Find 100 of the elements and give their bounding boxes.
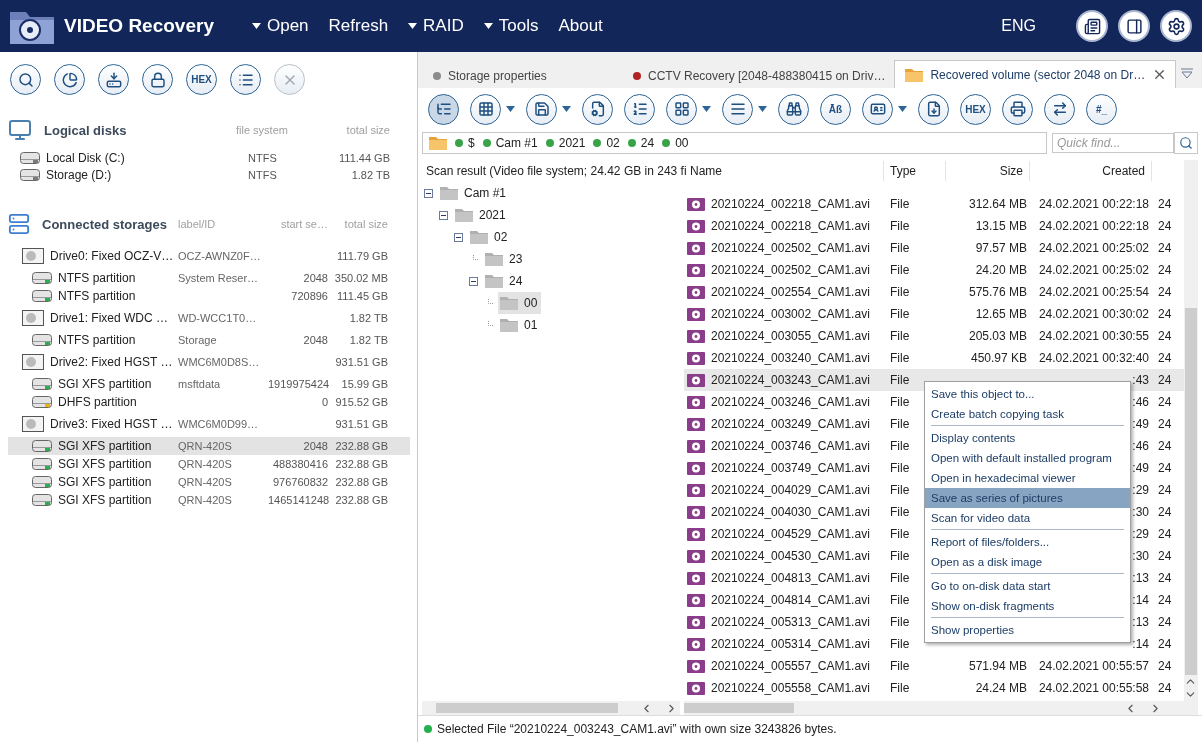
path-segment[interactable]: 02 bbox=[606, 136, 620, 150]
file-name[interactable]: 20210224_004529_CAM1.avi bbox=[711, 527, 870, 541]
menu-item[interactable]: Refresh bbox=[322, 12, 395, 40]
search-button[interactable] bbox=[10, 64, 41, 95]
settings-button[interactable] bbox=[1160, 10, 1192, 42]
printer-button[interactable] bbox=[1002, 93, 1033, 125]
file-name[interactable]: 20210224_004814_CAM1.avi bbox=[711, 593, 870, 607]
file-name[interactable]: 20210224_004030_CAM1.avi bbox=[711, 505, 870, 519]
column-header[interactable]: Name bbox=[684, 161, 884, 181]
drive-row[interactable]: Drive1: Fixed WDC … WD-WCC1T0… 1.82 TB bbox=[8, 305, 410, 331]
tree-node[interactable]: 2021 bbox=[453, 204, 510, 226]
lock-button[interactable] bbox=[142, 64, 173, 95]
file-name[interactable]: 20210224_002502_CAM1.avi bbox=[711, 241, 870, 255]
drive-row[interactable]: Drive2: Fixed HGST … WMC6M0D8S… 931.51 GB bbox=[8, 349, 410, 375]
partition-row[interactable]: SGI XFS partition QRN-420S 976760832 232.88 GB bbox=[8, 473, 410, 491]
menu-item[interactable]: About bbox=[552, 12, 609, 40]
tree-node[interactable]: 02 bbox=[468, 226, 512, 248]
file-name[interactable]: 20210224_003002_CAM1.avi bbox=[711, 307, 870, 321]
numbered-list-button[interactable] bbox=[624, 93, 655, 125]
tab-list-icon[interactable] bbox=[1180, 67, 1195, 81]
quick-find-field[interactable]: Quick find... bbox=[1052, 133, 1174, 153]
column-header[interactable]: Type bbox=[884, 161, 946, 181]
partition-row[interactable]: NTFS partition Storage 2048 1.82 TB bbox=[8, 331, 410, 349]
menu-item[interactable]: Save this object to... bbox=[925, 384, 1130, 404]
file-name[interactable]: 20210224_004530_CAM1.avi bbox=[711, 549, 870, 563]
file-name[interactable]: 20210224_003240_CAM1.avi bbox=[711, 351, 870, 365]
menu-item[interactable]: Tools bbox=[477, 12, 545, 40]
tree-node[interactable]: 23 bbox=[483, 248, 527, 270]
path-segment[interactable]: 2021 bbox=[558, 136, 586, 150]
partition-row[interactable]: NTFS partition System Reser… 2048 350.02 MB bbox=[8, 269, 410, 287]
disk-row[interactable]: Local Disk (C:) NTFS 111.44 GB bbox=[8, 149, 410, 166]
collapse-icon[interactable] bbox=[424, 188, 433, 198]
menu-item[interactable]: Show on-disk fragments bbox=[925, 596, 1130, 616]
language-label[interactable]: ENG bbox=[1001, 17, 1036, 35]
partition-row[interactable]: NTFS partition 720896 111.45 GB bbox=[8, 287, 410, 305]
file-name[interactable]: 20210224_002218_CAM1.avi bbox=[711, 197, 870, 211]
path-segment[interactable]: Cam #1 bbox=[495, 136, 538, 150]
menu-item[interactable]: Go to on-disk data start bbox=[925, 576, 1130, 596]
file-name[interactable]: 20210224_003746_CAM1.avi bbox=[711, 439, 870, 453]
partition-row[interactable]: SGI XFS partition msftdata 1919975424 15.99 GB bbox=[8, 375, 410, 393]
binoculars-button[interactable] bbox=[778, 93, 809, 125]
drive-row[interactable]: Drive0: Fixed OCZ-V… OCZ-AWNZ0F… 111.79 GB bbox=[8, 243, 410, 269]
tree-node[interactable]: 24 bbox=[483, 270, 527, 292]
menu-item[interactable]: Create batch copying task bbox=[925, 404, 1130, 424]
tree-view-button[interactable] bbox=[428, 93, 459, 125]
path-segment[interactable]: 24 bbox=[640, 136, 655, 150]
toolbar-button[interactable]: HEX bbox=[186, 64, 217, 95]
collapse-icon[interactable] bbox=[439, 210, 448, 220]
tree-node[interactable]: 00 bbox=[498, 292, 542, 314]
list-button[interactable] bbox=[722, 93, 753, 125]
toolbar-button[interactable]: HEX bbox=[960, 93, 991, 125]
grid-button[interactable] bbox=[470, 93, 501, 125]
menu-item[interactable]: Report of files/folders... bbox=[925, 532, 1130, 552]
vertical-scrollbar[interactable] bbox=[1184, 160, 1198, 701]
drive-button[interactable] bbox=[98, 64, 129, 95]
file-name[interactable]: 20210224_003243_CAM1.avi bbox=[711, 373, 870, 387]
path-segment[interactable]: 00 bbox=[675, 136, 689, 150]
file-name[interactable]: 20210224_003246_CAM1.avi bbox=[711, 395, 870, 409]
panel-button[interactable] bbox=[1118, 10, 1150, 42]
tree-node[interactable]: 01 bbox=[498, 314, 542, 336]
column-header[interactable]: Created bbox=[1030, 161, 1152, 181]
file-name[interactable]: 20210224_003055_CAM1.avi bbox=[711, 329, 870, 343]
file-name[interactable]: 20210224_002502_CAM1.avi bbox=[711, 263, 870, 277]
menu-item[interactable]: Open bbox=[245, 12, 315, 40]
file-export-button[interactable] bbox=[918, 93, 949, 125]
layout-button[interactable] bbox=[666, 93, 697, 125]
file-name[interactable]: 20210224_005557_CAM1.avi bbox=[711, 659, 870, 673]
file-name[interactable]: 20210224_003749_CAM1.avi bbox=[711, 461, 870, 475]
horizontal-scrollbar[interactable] bbox=[422, 701, 680, 715]
partition-row[interactable]: SGI XFS partition QRN-420S 2048 232.88 GB bbox=[8, 437, 410, 455]
file-name[interactable]: 20210224_004029_CAM1.avi bbox=[711, 483, 870, 497]
menu-item[interactable]: Show properties bbox=[925, 620, 1130, 640]
transfer-button[interactable] bbox=[1044, 93, 1075, 125]
menu-item[interactable]: RAID bbox=[402, 12, 470, 40]
file-name[interactable]: 20210224_004813_CAM1.avi bbox=[711, 571, 870, 585]
collapse-icon[interactable] bbox=[469, 276, 478, 286]
column-header[interactable]: Size bbox=[946, 161, 1030, 181]
file-name[interactable]: 20210224_002554_CAM1.avi bbox=[711, 285, 870, 299]
file-name[interactable]: 20210224_002218_CAM1.avi bbox=[711, 219, 870, 233]
menu-item[interactable]: Save as series of pictures bbox=[925, 488, 1130, 508]
drive-row[interactable]: Drive3: Fixed HGST … WMC6M0D99… 931.51 GB bbox=[8, 411, 410, 437]
partition-row[interactable]: SGI XFS partition QRN-420S 1465141248 232.88 GB bbox=[8, 491, 410, 509]
menu-item[interactable]: Display contents bbox=[925, 428, 1130, 448]
file-settings-button[interactable] bbox=[582, 93, 613, 125]
disk-row[interactable]: Storage (D:) NTFS 1.82 TB bbox=[8, 166, 410, 183]
menu-item[interactable]: Open with default installed program bbox=[925, 448, 1130, 468]
path-segment[interactable]: $ bbox=[468, 136, 475, 150]
tab[interactable]: Recovered volume (sector 2048 on Dr… bbox=[894, 60, 1177, 88]
toolbar-button[interactable]: #_ bbox=[1086, 93, 1117, 125]
file-name[interactable]: 20210224_005314_CAM1.avi bbox=[711, 637, 870, 651]
partition-row[interactable]: SGI XFS partition QRN-420S 488380416 232.88 GB bbox=[8, 455, 410, 473]
toolbar-button[interactable]: Āß bbox=[820, 93, 851, 125]
card-button[interactable] bbox=[862, 93, 893, 125]
file-name[interactable]: 20210224_005558_CAM1.avi bbox=[711, 681, 870, 695]
list-button[interactable] bbox=[230, 64, 261, 95]
file-name[interactable]: 20210224_003249_CAM1.avi bbox=[711, 417, 870, 431]
horizontal-scrollbar[interactable] bbox=[684, 701, 1198, 715]
save-button[interactable] bbox=[526, 93, 557, 125]
pie-chart-button[interactable] bbox=[54, 64, 85, 95]
collapse-icon[interactable] bbox=[454, 232, 463, 242]
